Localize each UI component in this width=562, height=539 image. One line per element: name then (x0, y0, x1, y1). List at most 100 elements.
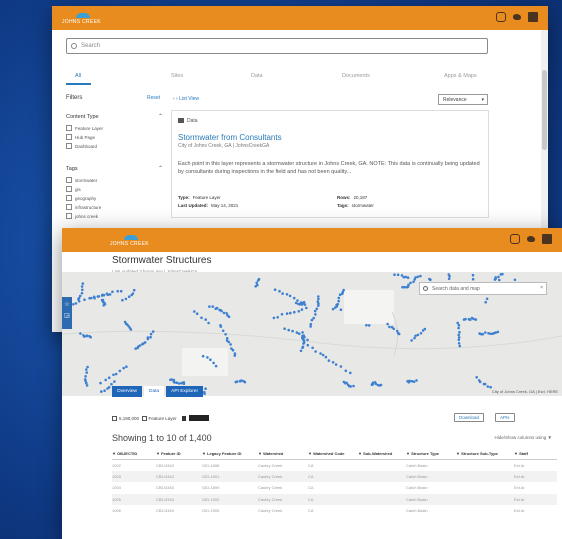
tab-data[interactable]: Data (251, 73, 263, 79)
map-point[interactable] (457, 338, 461, 342)
map-point[interactable] (315, 307, 319, 311)
map-point[interactable] (337, 296, 341, 300)
map-point[interactable] (498, 278, 501, 282)
map-point[interactable] (309, 325, 312, 328)
column-header[interactable]: ▼ Watershed (258, 448, 308, 460)
map-point[interactable] (409, 281, 412, 285)
map-point[interactable] (206, 356, 209, 359)
map-point[interactable] (370, 383, 374, 386)
map-point[interactable] (339, 308, 343, 311)
map-point[interactable] (108, 293, 112, 296)
map-point[interactable] (276, 316, 279, 319)
column-header[interactable]: ▼ Structure Type (406, 448, 456, 460)
map-point[interactable] (214, 307, 217, 310)
table-row[interactable]: 1006 CB1/4345 GID-1905 Cauley Creek CA Catch … (112, 505, 557, 517)
map-point[interactable] (314, 350, 317, 353)
map-point[interactable] (302, 341, 306, 344)
map-point[interactable] (85, 368, 88, 371)
map-point[interactable] (200, 316, 203, 320)
map-point[interactable] (484, 331, 487, 334)
map-search-input[interactable]: Search data and map × (419, 282, 547, 295)
map-point[interactable] (101, 300, 105, 303)
map-point[interactable] (294, 301, 298, 305)
map-view[interactable]: Search data and map × ☆ ◲ City of Johns … (62, 272, 562, 396)
filter-option[interactable]: Dashboard (66, 143, 97, 149)
map-point[interactable] (283, 327, 286, 330)
map-point[interactable] (497, 275, 500, 279)
map-point[interactable] (309, 322, 313, 326)
map-point[interactable] (85, 371, 88, 374)
reset-filters-button[interactable]: Reset (147, 95, 160, 101)
map-point[interactable] (273, 288, 277, 291)
map-point[interactable] (131, 292, 135, 295)
download-button[interactable]: Download (454, 413, 485, 422)
map-point[interactable] (111, 290, 114, 294)
map-point[interactable] (203, 392, 206, 396)
map-point[interactable] (291, 329, 294, 333)
map-point[interactable] (406, 379, 409, 383)
map-point[interactable] (414, 334, 417, 338)
map-point[interactable] (146, 336, 150, 339)
map-point[interactable] (324, 355, 328, 359)
map-point[interactable] (93, 296, 96, 300)
map-point[interactable] (138, 344, 142, 347)
map-point[interactable] (310, 318, 314, 322)
map-point[interactable] (301, 345, 305, 349)
map-point[interactable] (413, 336, 416, 340)
map-point[interactable] (334, 306, 337, 309)
checkbox[interactable] (66, 134, 72, 140)
map-point[interactable] (80, 291, 84, 295)
map-point[interactable] (352, 384, 355, 388)
map-point[interactable] (472, 317, 475, 321)
map-point[interactable] (342, 380, 346, 384)
map-point[interactable] (281, 292, 284, 295)
filter-option[interactable]: geography (66, 195, 96, 201)
checkbox[interactable] (66, 195, 72, 201)
map-point[interactable] (113, 380, 116, 383)
map-point[interactable] (143, 341, 147, 344)
column-header[interactable]: ▼ Staff (514, 448, 557, 460)
table-row[interactable]: 1002 CB1/4343 GID-1898 Cauley Creek CA Catch … (112, 459, 557, 471)
map-point[interactable] (85, 384, 89, 387)
map-point[interactable] (229, 343, 232, 346)
map-point[interactable] (293, 310, 296, 314)
scroll-thumb[interactable] (542, 70, 547, 150)
chevron-up-icon[interactable]: ⌃ (158, 165, 163, 172)
twitter-icon[interactable] (512, 12, 522, 22)
license-icon[interactable] (188, 415, 209, 421)
map-point[interactable] (180, 381, 183, 385)
result-card[interactable]: Data Stormwater from Consultants City of… (171, 110, 489, 218)
map-point[interactable] (314, 313, 317, 316)
map-point[interactable] (221, 329, 225, 333)
instagram-icon[interactable] (510, 234, 520, 244)
map-point[interactable] (317, 295, 320, 298)
map-point[interactable] (100, 390, 103, 393)
map-point[interactable] (297, 310, 301, 313)
map-point[interactable] (457, 326, 460, 330)
map-point[interactable] (121, 298, 124, 302)
map-point[interactable] (296, 299, 299, 302)
table-row[interactable]: 1003 CB1/4343 GID-1901 Cauley Creek CA Catch … (112, 470, 557, 482)
map-point[interactable] (204, 318, 207, 321)
map-point[interactable] (219, 325, 223, 328)
checkbox[interactable] (66, 213, 72, 219)
map-point[interactable] (306, 343, 310, 347)
map-point[interactable] (457, 342, 461, 345)
map-point[interactable] (457, 333, 461, 337)
map-point[interactable] (212, 361, 215, 365)
map-point[interactable] (272, 316, 276, 320)
map-point[interactable] (419, 332, 423, 335)
map-point[interactable] (132, 288, 136, 292)
map-point[interactable] (123, 320, 127, 324)
map-point[interactable] (114, 372, 118, 376)
map-point[interactable] (397, 332, 401, 336)
column-header[interactable]: ▼ Legacy Feature ID (202, 448, 258, 460)
map-point[interactable] (458, 344, 462, 348)
tab-sites[interactable]: Sites (171, 73, 183, 79)
map-point[interactable] (80, 285, 84, 288)
filter-option[interactable]: stormwater (66, 177, 97, 183)
expand-icon[interactable]: ◲ (62, 312, 72, 319)
map-point[interactable] (367, 324, 371, 327)
map-point[interactable] (312, 316, 315, 320)
map-point[interactable] (289, 311, 292, 315)
